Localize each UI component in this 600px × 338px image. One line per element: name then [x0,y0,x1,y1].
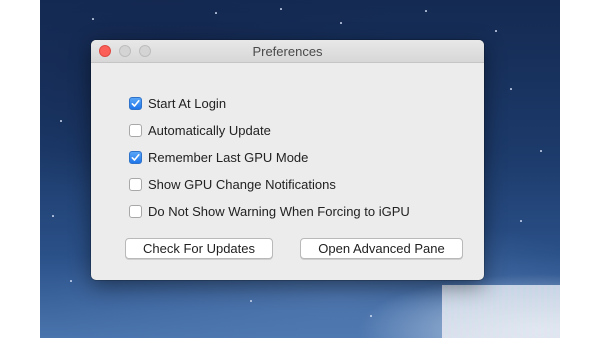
option-label: Automatically Update [148,122,271,138]
automatically-update-option[interactable]: Automatically Update [129,122,271,138]
checkbox-unchecked[interactable] [129,123,142,137]
option-label: Start At Login [148,95,227,111]
window-title: Preferences [252,44,323,59]
show-gpu-change-notifications-option[interactable]: Show GPU Change Notifications [129,176,336,192]
checkmark-icon [131,99,140,107]
open-advanced-pane-button[interactable]: Open Advanced Pane [300,238,463,259]
screenshot-canvas: Preferences Start At Login Automatically … [0,0,600,338]
option-label: Show GPU Change Notifications [148,176,336,192]
checkmark-icon [131,153,140,161]
title-bar[interactable]: Preferences [91,40,484,63]
start-at-login-option[interactable]: Start At Login [129,95,226,111]
do-not-show-warning-option[interactable]: Do Not Show Warning When Forcing to iGPU [129,203,410,219]
remember-last-gpu-mode-option[interactable]: Remember Last GPU Mode [129,149,308,165]
checkbox-checked[interactable] [129,150,142,164]
checkbox-unchecked[interactable] [129,177,142,191]
option-label: Do Not Show Warning When Forcing to iGPU [148,203,410,219]
check-for-updates-button[interactable]: Check For Updates [125,238,273,259]
option-label: Remember Last GPU Mode [148,149,309,165]
checkbox-checked[interactable] [129,96,142,110]
preferences-window: Preferences Start At Login Automatically … [91,40,484,280]
image-artifact [442,285,560,338]
checkbox-unchecked[interactable] [129,204,142,218]
